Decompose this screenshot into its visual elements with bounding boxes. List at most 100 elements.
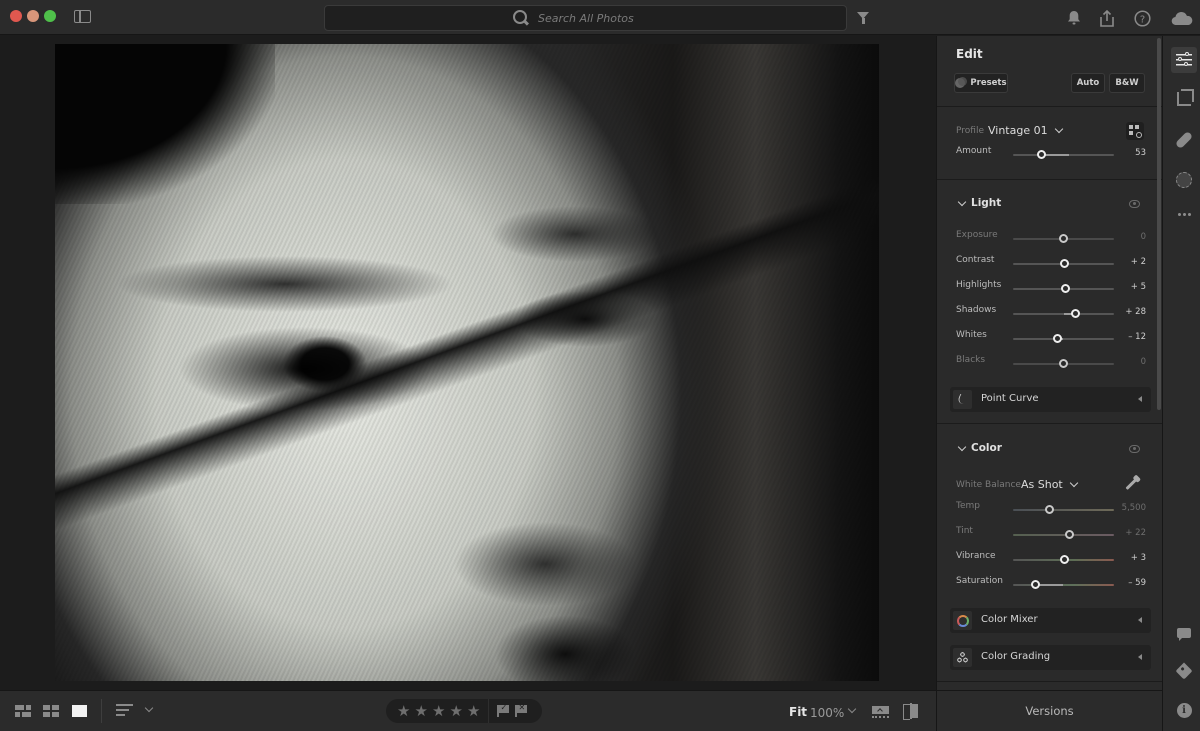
crop-tool-button[interactable] <box>1171 86 1197 112</box>
info-button[interactable]: i <box>1171 697 1197 723</box>
saturation-value[interactable]: – 59 <box>1128 578 1146 588</box>
share-icon[interactable] <box>1097 8 1117 28</box>
blacks-slider[interactable] <box>1013 359 1114 368</box>
eyedropper-icon[interactable] <box>1125 477 1138 491</box>
minimize-window-button[interactable] <box>27 10 39 22</box>
zoom-chevron-down-icon[interactable] <box>847 704 857 714</box>
amount-value[interactable]: 53 <box>1135 148 1146 158</box>
masking-tool-button[interactable] <box>1171 167 1197 193</box>
star-3-icon[interactable]: ★ <box>432 703 450 719</box>
help-icon[interactable]: ? <box>1132 8 1152 28</box>
comments-button[interactable] <box>1171 620 1197 646</box>
vibrance-slider-thumb[interactable] <box>1060 555 1069 564</box>
filmstrip-toggle-icon[interactable] <box>872 706 889 718</box>
presets-button[interactable]: Presets <box>954 73 1008 93</box>
shadows-value[interactable]: + 28 <box>1125 307 1146 317</box>
contrast-slider-thumb[interactable] <box>1060 259 1069 268</box>
fit-zoom-button[interactable]: Fit <box>789 705 807 719</box>
tint-slider[interactable] <box>1013 530 1114 539</box>
amount-slider[interactable] <box>1013 150 1114 159</box>
saturation-slider-thumb[interactable] <box>1030 580 1040 589</box>
color-section-header[interactable]: Color <box>937 441 1162 461</box>
point-curve-expand-icon[interactable] <box>1138 396 1142 402</box>
black-and-white-button[interactable]: B&W <box>1109 73 1145 93</box>
color-collapse-chevron-icon[interactable] <box>957 442 967 452</box>
pick-flag-icon[interactable]: ✓ <box>496 703 509 717</box>
detail-view-icon[interactable] <box>72 705 87 717</box>
tint-value[interactable]: + 22 <box>1125 528 1146 538</box>
exposure-value[interactable]: 0 <box>1141 232 1146 242</box>
amount-slider-thumb[interactable] <box>1036 150 1046 159</box>
whites-value[interactable]: – 12 <box>1128 332 1146 342</box>
star-1-icon[interactable]: ★ <box>397 703 415 719</box>
color-mixer-expand-icon[interactable] <box>1138 617 1142 623</box>
saturation-slider[interactable] <box>1013 580 1114 589</box>
highlights-value[interactable]: + 5 <box>1131 282 1146 292</box>
keywords-button[interactable] <box>1171 658 1197 684</box>
tint-slider-row: Tint + 22 <box>937 526 1162 546</box>
versions-button[interactable]: Versions <box>936 690 1162 731</box>
profile-dropdown[interactable]: Vintage 01 <box>988 124 1063 137</box>
color-mixer-label: Color Mixer <box>981 614 1038 625</box>
more-tools-button[interactable] <box>1171 201 1197 227</box>
close-window-button[interactable] <box>10 10 22 22</box>
temp-slider[interactable] <box>1013 505 1114 514</box>
tint-slider-thumb[interactable] <box>1065 530 1075 539</box>
blacks-slider-thumb[interactable] <box>1059 359 1068 368</box>
shadows-slider-thumb[interactable] <box>1071 309 1081 318</box>
temp-slider-thumb[interactable] <box>1044 505 1054 514</box>
light-section-header[interactable]: Light <box>937 196 1162 216</box>
star-2-icon[interactable]: ★ <box>415 703 433 719</box>
vibrance-slider[interactable] <box>1013 555 1114 564</box>
search-input[interactable] <box>538 11 658 25</box>
filter-icon[interactable] <box>857 12 869 24</box>
shadows-slider[interactable] <box>1013 309 1114 318</box>
star-5-icon[interactable]: ★ <box>467 703 485 719</box>
highlights-slider-row: Highlights + 5 <box>937 280 1162 300</box>
before-after-compare-icon[interactable] <box>903 703 919 720</box>
sort-chevron-down-icon[interactable] <box>144 703 154 713</box>
section-divider <box>937 106 1162 107</box>
healing-tool-button[interactable] <box>1171 127 1197 153</box>
exposure-slider-thumb[interactable] <box>1059 234 1068 243</box>
whites-slider[interactable] <box>1013 334 1114 343</box>
more-dots-icon <box>1177 212 1191 216</box>
search-bar[interactable] <box>324 5 847 31</box>
photo-grid-view-icon[interactable] <box>15 705 31 717</box>
color-visibility-eye-icon[interactable] <box>1129 445 1140 453</box>
reject-flag-icon[interactable]: ✕ <box>514 703 527 717</box>
edit-tool-button[interactable] <box>1171 47 1197 73</box>
contrast-slider[interactable] <box>1013 259 1114 268</box>
vibrance-value[interactable]: + 3 <box>1131 553 1146 563</box>
square-grid-view-icon[interactable] <box>43 705 59 717</box>
profile-browser-icon[interactable] <box>1126 122 1144 140</box>
sort-icon[interactable] <box>116 704 133 716</box>
exposure-slider[interactable] <box>1013 234 1114 243</box>
auto-button[interactable]: Auto <box>1071 73 1105 93</box>
point-curve-panel[interactable]: Point Curve <box>950 387 1151 412</box>
cloud-sync-icon[interactable] <box>1170 8 1194 28</box>
blacks-value[interactable]: 0 <box>1141 357 1146 367</box>
light-collapse-chevron-icon[interactable] <box>957 197 967 207</box>
highlights-slider[interactable] <box>1013 284 1114 293</box>
color-mixer-panel[interactable]: Color Mixer <box>950 608 1151 633</box>
sidebar-toggle-icon[interactable] <box>74 10 91 23</box>
zoom-window-button[interactable] <box>44 10 56 22</box>
reject-flag-glyph: ✕ <box>518 703 526 712</box>
photo-image[interactable] <box>55 44 879 681</box>
highlights-slider-thumb[interactable] <box>1061 284 1071 293</box>
star-4-icon[interactable]: ★ <box>450 703 468 719</box>
color-grading-panel[interactable]: Color Grading <box>950 645 1151 670</box>
notifications-bell-icon[interactable] <box>1064 8 1084 28</box>
right-tool-strip: i <box>1162 36 1200 731</box>
color-grading-expand-icon[interactable] <box>1138 654 1142 660</box>
edit-panel-scrollbar[interactable] <box>1157 38 1161 410</box>
vibrance-label: Vibrance <box>956 551 996 561</box>
temp-value[interactable]: 5,500 <box>1122 503 1146 513</box>
light-visibility-eye-icon[interactable] <box>1129 200 1140 208</box>
zoom-level-button[interactable]: 100% <box>810 706 844 720</box>
blacks-label: Blacks <box>956 355 986 365</box>
whites-slider-thumb[interactable] <box>1052 334 1062 343</box>
contrast-value[interactable]: + 2 <box>1131 257 1146 267</box>
white-balance-dropdown[interactable]: As Shot <box>1021 478 1078 491</box>
